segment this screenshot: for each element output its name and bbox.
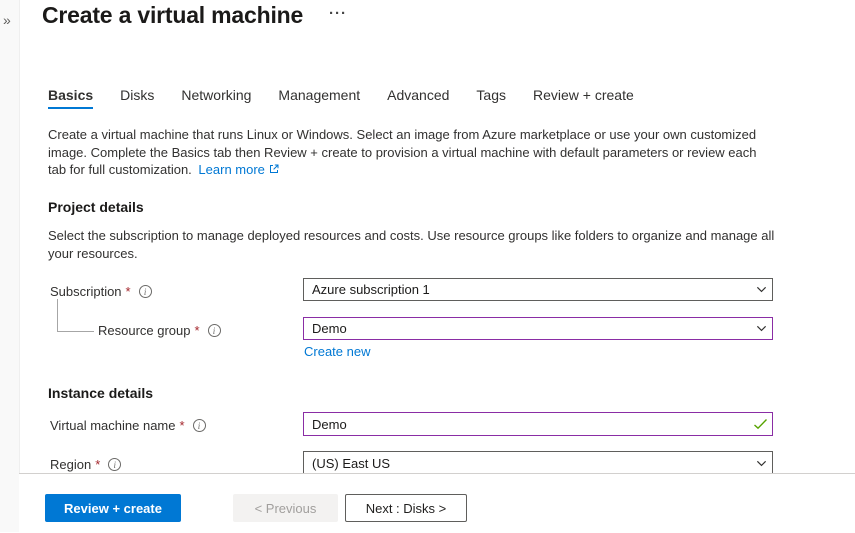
subscription-label: Subscription * i — [50, 283, 152, 299]
tab-management[interactable]: Management — [278, 87, 360, 109]
intro-text: Create a virtual machine that runs Linux… — [48, 127, 757, 177]
page-title: Create a virtual machine — [42, 2, 303, 29]
tab-review-create[interactable]: Review + create — [533, 87, 634, 109]
tab-networking[interactable]: Networking — [181, 87, 251, 109]
chevron-down-icon — [750, 283, 772, 296]
vm-name-label: Virtual machine name * i — [50, 417, 206, 433]
region-label-text: Region — [50, 457, 91, 472]
subscription-label-text: Subscription — [50, 284, 122, 299]
expand-sidebar-icon[interactable]: » — [3, 12, 19, 28]
wizard-footer: Review + create < Previous Next : Disks … — [19, 473, 855, 533]
project-details-description: Select the subscription to manage deploy… — [48, 227, 775, 262]
region-label: Region * i — [50, 456, 121, 472]
instance-details-heading: Instance details — [48, 385, 153, 401]
previous-button[interactable]: < Previous — [233, 494, 338, 522]
required-asterisk: * — [126, 284, 131, 299]
more-options-button[interactable]: ··· — [329, 5, 347, 22]
info-icon[interactable]: i — [193, 419, 206, 432]
subscription-value: Azure subscription 1 — [304, 282, 750, 297]
learn-more-label: Learn more — [198, 162, 264, 177]
tab-disks[interactable]: Disks — [120, 87, 154, 109]
field-hierarchy-connector — [57, 299, 94, 332]
resource-group-value: Demo — [304, 321, 750, 336]
info-icon[interactable]: i — [139, 285, 152, 298]
learn-more-link[interactable]: Learn more — [198, 162, 278, 177]
vm-name-input[interactable] — [304, 413, 748, 435]
required-asterisk: * — [180, 418, 185, 433]
resource-group-dropdown[interactable]: Demo — [303, 317, 773, 340]
checkmark-icon — [748, 418, 772, 430]
info-icon[interactable]: i — [208, 324, 221, 337]
region-dropdown[interactable]: (US) East US — [303, 451, 773, 475]
tab-advanced[interactable]: Advanced — [387, 87, 449, 109]
chevron-down-icon — [750, 322, 772, 335]
chevron-down-icon — [750, 457, 772, 470]
tab-basics[interactable]: Basics — [48, 87, 93, 109]
external-link-icon — [269, 164, 279, 174]
intro-paragraph: Create a virtual machine that runs Linux… — [48, 126, 775, 179]
resource-group-label-text: Resource group — [98, 323, 191, 338]
collapsed-sidebar — [0, 0, 20, 532]
tab-tags[interactable]: Tags — [476, 87, 506, 109]
required-asterisk: * — [195, 323, 200, 338]
required-asterisk: * — [95, 457, 100, 472]
create-new-link[interactable]: Create new — [304, 344, 370, 359]
next-disks-button[interactable]: Next : Disks > — [345, 494, 467, 522]
resource-group-label: Resource group * i — [98, 322, 221, 338]
vm-name-label-text: Virtual machine name — [50, 418, 176, 433]
subscription-dropdown[interactable]: Azure subscription 1 — [303, 278, 773, 301]
region-value: (US) East US — [304, 456, 750, 471]
project-details-heading: Project details — [48, 199, 144, 215]
review-create-button[interactable]: Review + create — [45, 494, 181, 522]
vm-name-field — [303, 412, 773, 436]
info-icon[interactable]: i — [108, 458, 121, 471]
wizard-tabs: Basics Disks Networking Management Advan… — [48, 87, 634, 109]
